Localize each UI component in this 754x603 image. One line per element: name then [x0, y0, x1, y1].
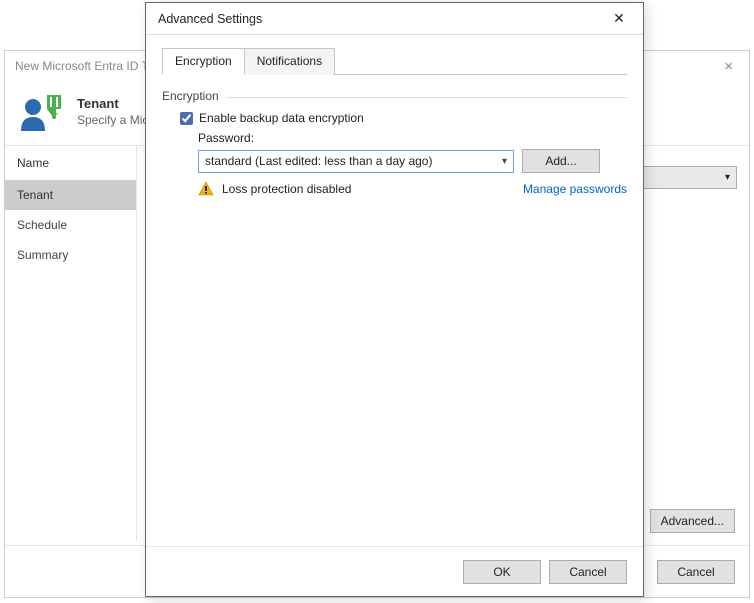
- tab-strip: Encryption Notifications: [162, 47, 627, 75]
- enable-encryption-checkbox[interactable]: [180, 112, 193, 125]
- dialog-title: Advanced Settings: [158, 12, 262, 26]
- ok-button-label: OK: [493, 565, 510, 579]
- tenant-icon: [17, 87, 65, 135]
- tab-encryption-label: Encryption: [175, 54, 232, 68]
- warning-icon: [198, 181, 214, 197]
- ok-button[interactable]: OK: [463, 560, 541, 584]
- add-password-button[interactable]: Add...: [522, 149, 600, 173]
- password-input-row: standard (Last edited: less than a day a…: [162, 149, 627, 173]
- wizard-sidebar: Name Tenant Schedule Summary: [5, 146, 137, 541]
- advanced-button-label: Advanced...: [661, 514, 724, 528]
- wizard-cancel-button[interactable]: Cancel: [657, 560, 735, 584]
- group-title-row: Encryption: [162, 89, 627, 105]
- manage-passwords-link[interactable]: Manage passwords: [523, 182, 627, 196]
- dialog-footer: OK Cancel: [146, 546, 643, 596]
- advanced-button[interactable]: Advanced...: [650, 509, 735, 533]
- wizard-cancel-label: Cancel: [677, 565, 714, 579]
- divider: [227, 97, 627, 98]
- wizard-title: New Microsoft Entra ID Te: [15, 59, 154, 73]
- password-selected-value: standard (Last edited: less than a day a…: [205, 154, 432, 168]
- close-icon[interactable]: ✕: [599, 5, 639, 33]
- chevron-down-icon: ▾: [502, 156, 507, 167]
- sidebar-item-schedule[interactable]: Schedule: [5, 210, 136, 240]
- password-label: Password:: [198, 131, 254, 145]
- wizard-header-titles: Tenant Specify a Mic: [77, 96, 148, 127]
- dialog-body: Encryption Notifications Encryption Enab…: [146, 35, 643, 546]
- tab-notifications[interactable]: Notifications: [244, 48, 335, 75]
- group-title: Encryption: [162, 89, 219, 103]
- enable-encryption-row: Enable backup data encryption: [162, 111, 627, 125]
- sidebar-item-summary[interactable]: Summary: [5, 240, 136, 270]
- add-password-label: Add...: [545, 154, 576, 168]
- chevron-down-icon: ▾: [725, 172, 730, 183]
- wizard-close-icon[interactable]: ×: [716, 58, 741, 75]
- sidebar-item-tenant[interactable]: Tenant: [5, 180, 136, 210]
- tab-encryption[interactable]: Encryption: [162, 48, 245, 75]
- password-select[interactable]: standard (Last edited: less than a day a…: [198, 150, 514, 173]
- encryption-group: Encryption Enable backup data encryption…: [162, 89, 627, 197]
- advanced-settings-dialog: Advanced Settings ✕ Encryption Notificat…: [145, 2, 644, 597]
- tab-notifications-label: Notifications: [257, 54, 322, 68]
- cancel-button[interactable]: Cancel: [549, 560, 627, 584]
- password-label-row: Password:: [162, 131, 627, 145]
- enable-encryption-label: Enable backup data encryption: [199, 111, 364, 125]
- cancel-button-label: Cancel: [569, 565, 606, 579]
- wizard-step-subtitle: Specify a Mic: [77, 113, 148, 127]
- wizard-step-title: Tenant: [77, 96, 148, 111]
- warning-row: Loss protection disabled Manage password…: [162, 181, 627, 197]
- sidebar-heading: Name: [5, 146, 136, 180]
- dialog-title-bar: Advanced Settings ✕: [146, 3, 643, 35]
- warning-text: Loss protection disabled: [222, 182, 351, 196]
